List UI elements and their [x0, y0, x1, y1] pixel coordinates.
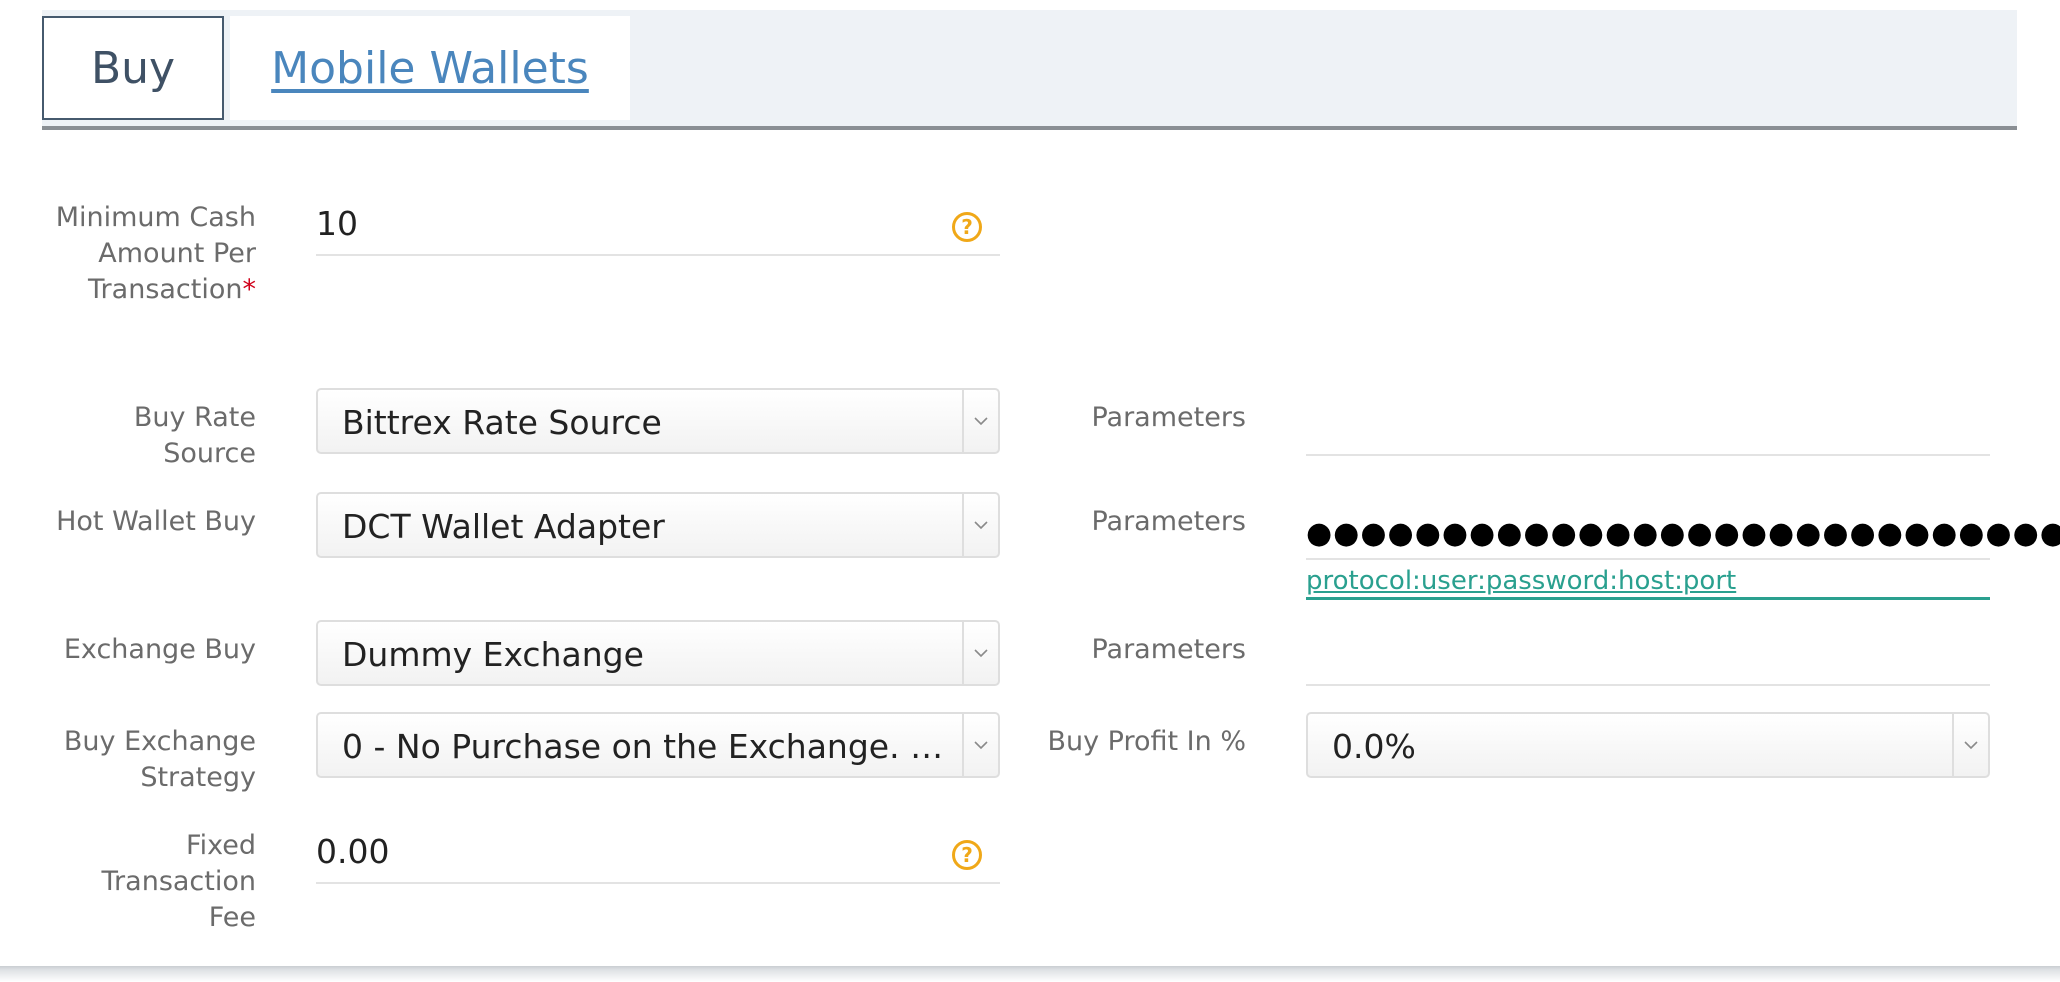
- card-bottom-edge: [0, 966, 2060, 982]
- buy-rate-params-label: Parameters: [1091, 402, 1246, 433]
- exchange-buy-select[interactable]: Dummy Exchange: [316, 620, 1000, 686]
- fixed-fee-label: Fixed Transaction Fee: [101, 830, 256, 933]
- hot-wallet-params-input[interactable]: ●●●●●●●●●●●●●●●●●●●●●●●●●●●●●●●: [1306, 516, 2060, 560]
- hot-wallet-buy-select[interactable]: DCT Wallet Adapter: [316, 492, 1000, 558]
- tab-bar-divider: [42, 126, 2017, 130]
- buy-exchange-strategy-selected: 0 - No Purchase on the Exchange. Sen...: [342, 727, 948, 766]
- buy-profit-select[interactable]: 0.0%: [1306, 712, 1990, 778]
- min-cash-input[interactable]: 10 ?: [316, 200, 1000, 256]
- buy-settings-page: Buy Mobile Wallets Minimum Cash Amount P…: [0, 0, 2060, 982]
- fixed-fee-value: 0.00: [316, 832, 390, 871]
- fixed-fee-input[interactable]: 0.00 ?: [316, 828, 1000, 884]
- hot-wallet-params-label: Parameters: [1091, 506, 1246, 537]
- min-cash-label-text: Minimum Cash Amount Per Transaction: [55, 202, 256, 305]
- exchange-buy-selected: Dummy Exchange: [342, 635, 644, 674]
- buy-profit-selected: 0.0%: [1332, 727, 1416, 766]
- exchange-params-input[interactable]: [1306, 644, 1990, 686]
- buy-rate-source-selected: Bittrex Rate Source: [342, 403, 662, 442]
- chevron-down-icon[interactable]: [962, 714, 998, 776]
- buy-profit-label: Buy Profit In %: [1047, 726, 1246, 757]
- exchange-params-label: Parameters: [1091, 634, 1246, 665]
- help-icon[interactable]: ?: [952, 840, 982, 870]
- hot-wallet-params-hint[interactable]: protocol:user:password:host:port: [1306, 566, 1990, 600]
- buy-exchange-strategy-select[interactable]: 0 - No Purchase on the Exchange. Sen...: [316, 712, 1000, 778]
- tab-buy[interactable]: Buy: [42, 16, 224, 120]
- min-cash-label: Minimum Cash Amount Per Transaction*: [40, 200, 256, 308]
- hot-wallet-params-masked: ●●●●●●●●●●●●●●●●●●●●●●●●●●●●●●●: [1306, 516, 2060, 551]
- buy-rate-source-select[interactable]: Bittrex Rate Source: [316, 388, 1000, 454]
- tab-mobile-wallets[interactable]: Mobile Wallets: [230, 16, 630, 120]
- hot-wallet-buy-label: Hot Wallet Buy: [56, 506, 256, 537]
- exchange-buy-label: Exchange Buy: [63, 634, 256, 665]
- buy-rate-params-input[interactable]: [1306, 414, 1990, 456]
- buy-rate-source-label: Buy Rate Source: [133, 402, 256, 469]
- hot-wallet-buy-selected: DCT Wallet Adapter: [342, 507, 665, 546]
- chevron-down-icon[interactable]: [962, 390, 998, 452]
- buy-exchange-strategy-label: Buy Exchange Strategy: [63, 726, 256, 793]
- chevron-down-icon[interactable]: [962, 622, 998, 684]
- required-asterisk: *: [242, 274, 257, 305]
- help-icon[interactable]: ?: [952, 212, 982, 242]
- min-cash-value: 10: [316, 204, 358, 243]
- chevron-down-icon[interactable]: [962, 494, 998, 556]
- chevron-down-icon[interactable]: [1952, 714, 1988, 776]
